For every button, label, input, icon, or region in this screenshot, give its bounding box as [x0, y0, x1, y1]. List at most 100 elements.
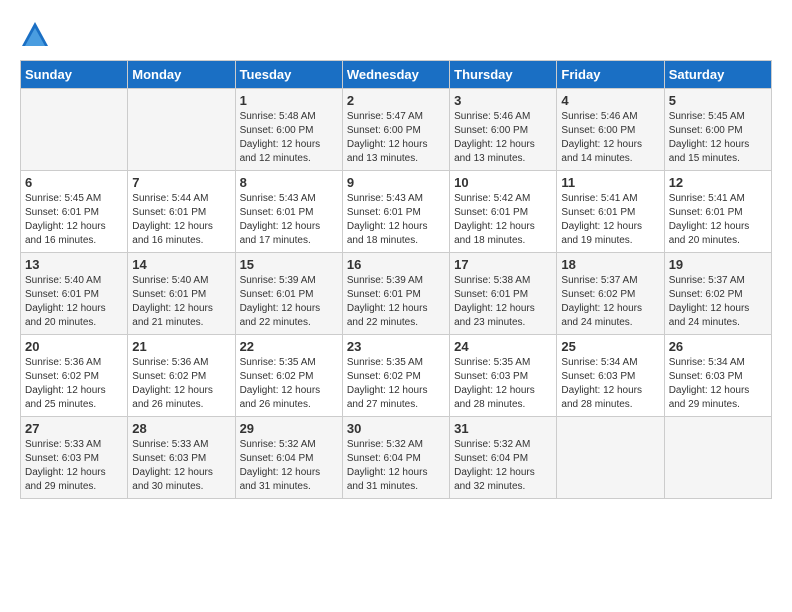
- header-friday: Friday: [557, 61, 664, 89]
- day-number: 21: [132, 339, 230, 354]
- calendar-cell: 22 Sunrise: 5:35 AM Sunset: 6:02 PM Dayli…: [235, 335, 342, 417]
- day-number: 29: [240, 421, 338, 436]
- day-info: Sunrise: 5:35 AM Sunset: 6:03 PM Dayligh…: [454, 356, 552, 412]
- calendar-cell: 25Sunrise: 5:34 AM Sunset: 6:03 PM Dayli…: [557, 335, 664, 417]
- calendar-cell: 7 Sunrise: 5:44 AM Sunset: 6:01 PM Daylig…: [128, 171, 235, 253]
- day-number: 2: [347, 93, 445, 108]
- calendar-cell: 13 Sunrise: 5:40 AM Sunset: 6:01 PM Dayli…: [21, 253, 128, 335]
- header-row: SundayMondayTuesdayWednesdayThursdayFrid…: [21, 61, 772, 89]
- day-number: 10: [454, 175, 552, 190]
- day-number: 28: [132, 421, 230, 436]
- day-info: Sunrise: 5:48 AM Sunset: 6:00 PM Dayligh…: [240, 110, 338, 166]
- page-header: [20, 20, 772, 50]
- calendar-cell: 18 Sunrise: 5:37 AM Sunset: 6:02 PM Dayli…: [557, 253, 664, 335]
- week-row-3: 13 Sunrise: 5:40 AM Sunset: 6:01 PM Dayli…: [21, 253, 772, 335]
- day-number: 5: [669, 93, 767, 108]
- calendar-table: SundayMondayTuesdayWednesdayThursdayFrid…: [20, 60, 772, 499]
- day-info: Sunrise: 5:43 AM Sunset: 6:01 PM Dayligh…: [347, 192, 445, 248]
- day-info: Sunrise: 5:39 AM Sunset: 6:01 PM Dayligh…: [240, 274, 338, 330]
- day-number: 27: [25, 421, 123, 436]
- day-number: 22: [240, 339, 338, 354]
- calendar-cell: 31 Sunrise: 5:32 AM Sunset: 6:04 PM Dayli…: [450, 417, 557, 499]
- day-info: Sunrise: 5:35 AM Sunset: 6:02 PM Dayligh…: [347, 356, 445, 412]
- calendar-cell: 9 Sunrise: 5:43 AM Sunset: 6:01 PM Daylig…: [342, 171, 449, 253]
- calendar-cell: 15Sunrise: 5:39 AM Sunset: 6:01 PM Dayli…: [235, 253, 342, 335]
- day-number: 18: [561, 257, 659, 272]
- day-number: 11: [561, 175, 659, 190]
- calendar-cell: 14 Sunrise: 5:40 AM Sunset: 6:01 PM Dayli…: [128, 253, 235, 335]
- calendar-cell: [21, 89, 128, 171]
- day-info: Sunrise: 5:45 AM Sunset: 6:00 PM Dayligh…: [669, 110, 767, 166]
- day-info: Sunrise: 5:42 AM Sunset: 6:01 PM Dayligh…: [454, 192, 552, 248]
- day-number: 16: [347, 257, 445, 272]
- day-info: Sunrise: 5:47 AM Sunset: 6:00 PM Dayligh…: [347, 110, 445, 166]
- day-info: Sunrise: 5:41 AM Sunset: 6:01 PM Dayligh…: [669, 192, 767, 248]
- day-info: Sunrise: 5:43 AM Sunset: 6:01 PM Dayligh…: [240, 192, 338, 248]
- header-monday: Monday: [128, 61, 235, 89]
- calendar-cell: 17Sunrise: 5:38 AM Sunset: 6:01 PM Dayli…: [450, 253, 557, 335]
- week-row-1: 1Sunrise: 5:48 AM Sunset: 6:00 PM Daylig…: [21, 89, 772, 171]
- day-number: 14: [132, 257, 230, 272]
- week-row-2: 6 Sunrise: 5:45 AM Sunset: 6:01 PM Daylig…: [21, 171, 772, 253]
- day-number: 26: [669, 339, 767, 354]
- calendar-cell: 19 Sunrise: 5:37 AM Sunset: 6:02 PM Dayli…: [664, 253, 771, 335]
- calendar-cell: 27 Sunrise: 5:33 AM Sunset: 6:03 PM Dayli…: [21, 417, 128, 499]
- calendar-cell: 10 Sunrise: 5:42 AM Sunset: 6:01 PM Dayli…: [450, 171, 557, 253]
- day-number: 7: [132, 175, 230, 190]
- day-info: Sunrise: 5:44 AM Sunset: 6:01 PM Dayligh…: [132, 192, 230, 248]
- calendar-cell: 2 Sunrise: 5:47 AM Sunset: 6:00 PM Daylig…: [342, 89, 449, 171]
- day-info: Sunrise: 5:37 AM Sunset: 6:02 PM Dayligh…: [561, 274, 659, 330]
- day-info: Sunrise: 5:39 AM Sunset: 6:01 PM Dayligh…: [347, 274, 445, 330]
- day-info: Sunrise: 5:37 AM Sunset: 6:02 PM Dayligh…: [669, 274, 767, 330]
- day-info: Sunrise: 5:46 AM Sunset: 6:00 PM Dayligh…: [561, 110, 659, 166]
- day-info: Sunrise: 5:33 AM Sunset: 6:03 PM Dayligh…: [25, 438, 123, 494]
- calendar-cell: 23 Sunrise: 5:35 AM Sunset: 6:02 PM Dayli…: [342, 335, 449, 417]
- calendar-header: SundayMondayTuesdayWednesdayThursdayFrid…: [21, 61, 772, 89]
- day-number: 25: [561, 339, 659, 354]
- calendar-cell: 21 Sunrise: 5:36 AM Sunset: 6:02 PM Dayli…: [128, 335, 235, 417]
- calendar-cell: 28 Sunrise: 5:33 AM Sunset: 6:03 PM Dayli…: [128, 417, 235, 499]
- day-number: 9: [347, 175, 445, 190]
- day-info: Sunrise: 5:33 AM Sunset: 6:03 PM Dayligh…: [132, 438, 230, 494]
- calendar-cell: [128, 89, 235, 171]
- day-info: Sunrise: 5:41 AM Sunset: 6:01 PM Dayligh…: [561, 192, 659, 248]
- day-number: 6: [25, 175, 123, 190]
- day-number: 17: [454, 257, 552, 272]
- header-thursday: Thursday: [450, 61, 557, 89]
- day-info: Sunrise: 5:35 AM Sunset: 6:02 PM Dayligh…: [240, 356, 338, 412]
- day-info: Sunrise: 5:45 AM Sunset: 6:01 PM Dayligh…: [25, 192, 123, 248]
- header-wednesday: Wednesday: [342, 61, 449, 89]
- day-info: Sunrise: 5:32 AM Sunset: 6:04 PM Dayligh…: [454, 438, 552, 494]
- day-number: 4: [561, 93, 659, 108]
- day-number: 19: [669, 257, 767, 272]
- day-number: 12: [669, 175, 767, 190]
- day-number: 31: [454, 421, 552, 436]
- day-info: Sunrise: 5:32 AM Sunset: 6:04 PM Dayligh…: [347, 438, 445, 494]
- calendar-cell: 4 Sunrise: 5:46 AM Sunset: 6:00 PM Daylig…: [557, 89, 664, 171]
- day-number: 23: [347, 339, 445, 354]
- header-saturday: Saturday: [664, 61, 771, 89]
- calendar-cell: 26 Sunrise: 5:34 AM Sunset: 6:03 PM Dayli…: [664, 335, 771, 417]
- day-info: Sunrise: 5:40 AM Sunset: 6:01 PM Dayligh…: [25, 274, 123, 330]
- calendar-cell: 5 Sunrise: 5:45 AM Sunset: 6:00 PM Daylig…: [664, 89, 771, 171]
- calendar-cell: 12 Sunrise: 5:41 AM Sunset: 6:01 PM Dayli…: [664, 171, 771, 253]
- day-number: 30: [347, 421, 445, 436]
- calendar-cell: 24Sunrise: 5:35 AM Sunset: 6:03 PM Dayli…: [450, 335, 557, 417]
- header-sunday: Sunday: [21, 61, 128, 89]
- day-number: 13: [25, 257, 123, 272]
- calendar-body: 1Sunrise: 5:48 AM Sunset: 6:00 PM Daylig…: [21, 89, 772, 499]
- logo: [20, 20, 54, 50]
- calendar-cell: 1Sunrise: 5:48 AM Sunset: 6:00 PM Daylig…: [235, 89, 342, 171]
- header-tuesday: Tuesday: [235, 61, 342, 89]
- week-row-5: 27 Sunrise: 5:33 AM Sunset: 6:03 PM Dayli…: [21, 417, 772, 499]
- day-number: 3: [454, 93, 552, 108]
- day-info: Sunrise: 5:34 AM Sunset: 6:03 PM Dayligh…: [669, 356, 767, 412]
- day-number: 20: [25, 339, 123, 354]
- calendar-cell: 29Sunrise: 5:32 AM Sunset: 6:04 PM Dayli…: [235, 417, 342, 499]
- day-number: 8: [240, 175, 338, 190]
- week-row-4: 20 Sunrise: 5:36 AM Sunset: 6:02 PM Dayli…: [21, 335, 772, 417]
- calendar-cell: 8 Sunrise: 5:43 AM Sunset: 6:01 PM Daylig…: [235, 171, 342, 253]
- logo-icon: [20, 20, 50, 50]
- day-info: Sunrise: 5:36 AM Sunset: 6:02 PM Dayligh…: [132, 356, 230, 412]
- day-info: Sunrise: 5:40 AM Sunset: 6:01 PM Dayligh…: [132, 274, 230, 330]
